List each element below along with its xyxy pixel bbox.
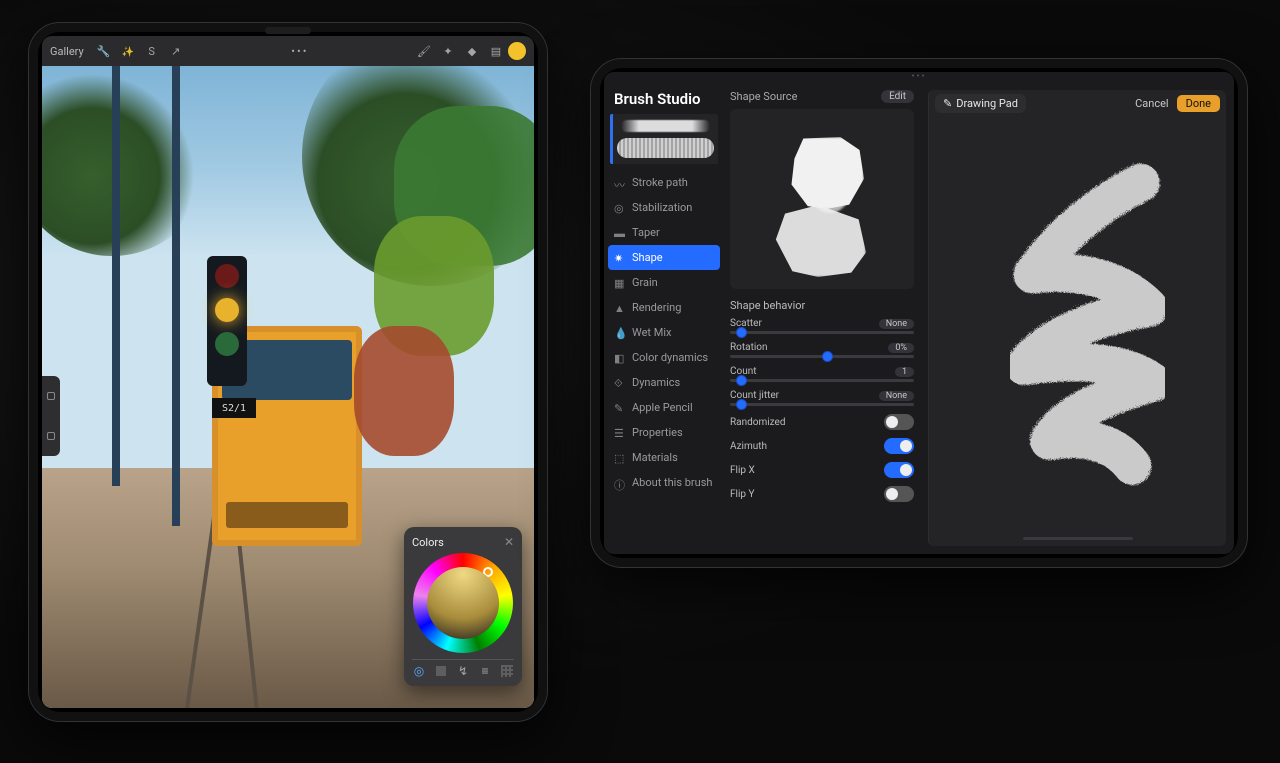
brush-studio-screen: ••• Brush Studio 〰Stroke path ◎Stabiliza… (604, 72, 1234, 554)
count-jitter-slider[interactable] (730, 403, 914, 406)
azimuth-label: Azimuth (730, 441, 767, 452)
sidebar-item-label: Rendering (632, 301, 681, 314)
status-bar-space: ••• (604, 72, 1234, 86)
sidebar-item-shape[interactable]: ✷Shape (608, 245, 720, 270)
sidebar-item-grain[interactable]: ▦Grain (604, 270, 724, 295)
close-icon[interactable]: ✕ (504, 535, 514, 549)
flip-y-label: Flip Y (730, 489, 755, 500)
colors-panel[interactable]: Colors ✕ ◎ ↯ ≡ (404, 527, 522, 686)
color-mode-palettes-icon[interactable] (500, 664, 514, 678)
ipad-portrait-frame: Gallery S ••• ✦ ◆ (28, 22, 548, 722)
wand-icon[interactable] (119, 42, 137, 60)
count-jitter-value: None (879, 391, 914, 401)
randomized-toggle[interactable] (884, 414, 914, 430)
flip-y-toggle[interactable] (884, 486, 914, 502)
brush-tool-icon[interactable] (415, 42, 433, 60)
home-indicator (1023, 537, 1133, 540)
top-toolbar: Gallery S ••• ✦ ◆ (42, 36, 534, 66)
sidebar-item-apple-pencil[interactable]: ✎Apple Pencil (604, 395, 724, 420)
count-value: 1 (895, 367, 914, 377)
pencil-icon: ✎ (943, 97, 952, 110)
color-mode-classic-icon[interactable] (434, 664, 448, 678)
randomized-label: Randomized (730, 417, 786, 428)
shape-source-preview[interactable] (730, 109, 914, 289)
sidebar-item-label: Shape (632, 251, 663, 264)
brush-studio-center: Shape Source Edit Shape behavior Scatter… (724, 86, 924, 554)
active-color-swatch[interactable] (508, 42, 526, 60)
sidebar-item-label: Color dynamics (632, 351, 708, 364)
scatter-label: Scatter (730, 318, 762, 329)
sidebar-item-materials[interactable]: ⬚Materials (604, 445, 724, 470)
selection-icon[interactable]: S (143, 42, 161, 60)
sidebar-item-stabilization[interactable]: ◎Stabilization (604, 195, 724, 220)
scatter-slider[interactable] (730, 331, 914, 334)
sidebar-item-label: Grain (632, 276, 658, 289)
sidebar-item-label: Stabilization (632, 201, 692, 214)
edit-button[interactable]: Edit (881, 90, 914, 103)
cancel-button[interactable]: Cancel (1135, 97, 1168, 110)
color-mode-disc-icon[interactable]: ◎ (412, 664, 426, 678)
count-slider[interactable] (730, 379, 914, 382)
color-mode-row: ◎ ↯ ≡ (412, 659, 514, 678)
smudge-tool-icon[interactable]: ✦ (439, 42, 457, 60)
flip-x-toggle[interactable] (884, 462, 914, 478)
overflow-menu-icon[interactable]: ••• (291, 42, 309, 60)
color-wheel-cursor[interactable] (483, 567, 493, 577)
gallery-link[interactable]: Gallery (50, 45, 84, 58)
rotation-label: Rotation (730, 342, 768, 353)
eraser-tool-icon[interactable]: ◆ (463, 42, 481, 60)
pole (112, 66, 120, 486)
brush-studio-canvas: ✎ Drawing Pad Cancel Done (928, 90, 1226, 546)
camera-notch (265, 27, 311, 34)
artwork-canvas[interactable]: S2/1 Colors ✕ ◎ ↯ ≡ (42, 66, 534, 708)
sidebar-item-rendering[interactable]: ▲Rendering (604, 295, 724, 320)
brush-preview-thumb[interactable] (610, 114, 718, 164)
colors-panel-title: Colors (412, 536, 444, 549)
foliage (354, 326, 454, 456)
rotation-value: 0% (888, 343, 914, 353)
sidebar-item-color-dynamics[interactable]: ◧Color dynamics (604, 345, 724, 370)
route-sign: S2/1 (212, 398, 256, 418)
sidebar-item-label: Stroke path (632, 176, 688, 189)
brush-studio-sidebar: Brush Studio 〰Stroke path ◎Stabilization… (604, 86, 724, 554)
ipad-landscape-frame: ••• Brush Studio 〰Stroke path ◎Stabiliza… (590, 58, 1248, 568)
sidebar-item-wet-mix[interactable]: 💧Wet Mix (604, 320, 724, 345)
sidebar-item-label: Taper (632, 226, 660, 239)
sidebar-item-taper[interactable]: ▬Taper (604, 220, 724, 245)
sidebar-item-label: Properties (632, 426, 683, 439)
sidebar-item-label: Materials (632, 451, 678, 464)
shape-behavior-title: Shape behavior (730, 299, 914, 312)
sidebar-item-about[interactable]: ⓘAbout this brush (604, 470, 724, 495)
sidebar-item-label: Dynamics (632, 376, 680, 389)
azimuth-toggle[interactable] (884, 438, 914, 454)
layers-icon[interactable] (487, 42, 505, 60)
traffic-light (207, 256, 247, 386)
sidebar-item-properties[interactable]: ☰Properties (604, 420, 724, 445)
color-wheel[interactable] (413, 553, 513, 653)
done-button[interactable]: Done (1177, 95, 1220, 112)
drawing-pad-button[interactable]: ✎ Drawing Pad (935, 94, 1026, 113)
procreate-canvas-screen: Gallery S ••• ✦ ◆ (42, 36, 534, 708)
scatter-value: None (879, 319, 914, 329)
sidebar-item-label: About this brush (632, 476, 712, 489)
sidebar-item-label: Wet Mix (632, 326, 672, 339)
flip-x-label: Flip X (730, 465, 755, 476)
pole (172, 66, 180, 526)
brush-studio-title: Brush Studio (604, 90, 724, 114)
adjustments-icon[interactable] (95, 42, 113, 60)
sidebar-item-dynamics[interactable]: ⟐Dynamics (604, 370, 724, 395)
color-mode-harmony-icon[interactable]: ↯ (456, 664, 470, 678)
sidebar-item-label: Apple Pencil (632, 401, 693, 414)
test-stroke[interactable] (973, 120, 1206, 526)
drawing-pad-label: Drawing Pad (956, 97, 1018, 110)
color-mode-value-icon[interactable]: ≡ (478, 664, 492, 678)
rotation-slider[interactable] (730, 355, 914, 358)
shape-source-label: Shape Source (730, 90, 797, 103)
sidebar-item-stroke-path[interactable]: 〰Stroke path (604, 170, 724, 195)
transform-icon[interactable] (167, 42, 185, 60)
side-size-control[interactable] (42, 376, 60, 456)
